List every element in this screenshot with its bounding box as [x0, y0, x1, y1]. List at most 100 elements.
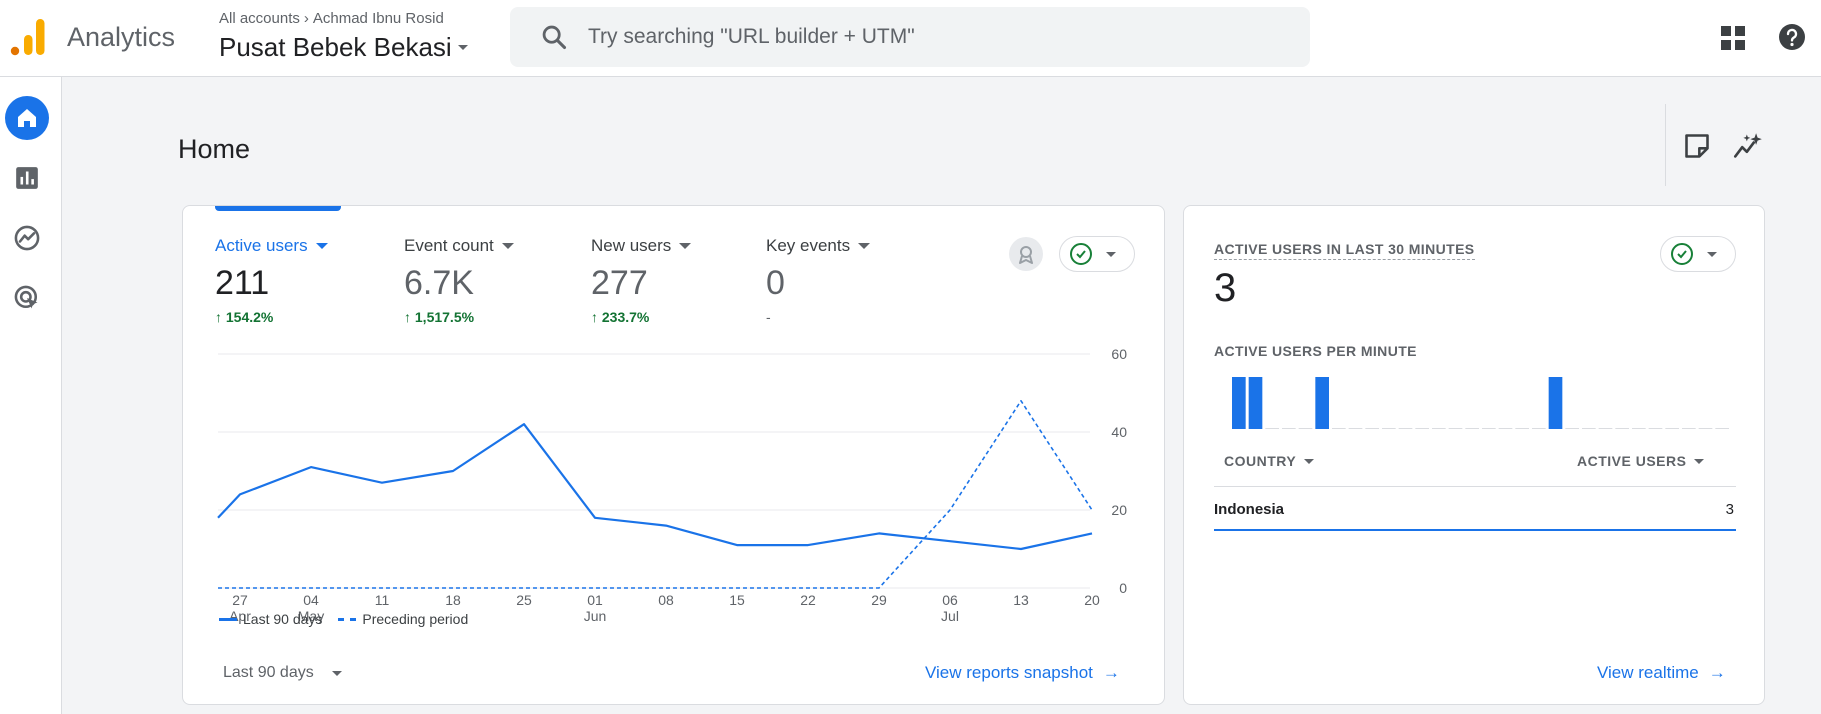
per-minute-chart [1232, 377, 1729, 429]
chart-legend: Last 90 days Preceding period [219, 611, 476, 627]
realtime-value: 3 [1214, 266, 1237, 310]
advertising-icon [14, 285, 38, 309]
nav-explore[interactable] [5, 216, 49, 260]
date-range-label: Last 90 days [223, 664, 314, 681]
x-tick-label: 15 [729, 592, 745, 608]
search-input[interactable]: Try searching "URL builder + UTM" [588, 25, 915, 49]
metric-value: 6.7K [404, 264, 474, 302]
x-tick-label: 18 [445, 592, 461, 608]
x-tick-label: 22 [800, 592, 816, 608]
legend-previous: Preceding period [362, 611, 469, 627]
check-circle-icon [1671, 243, 1693, 265]
x-tick-label: 01 [587, 592, 603, 608]
data-status-menu[interactable] [1059, 236, 1135, 272]
x-tick-label: 20 [1084, 592, 1100, 608]
realtime-title[interactable]: ACTIVE USERS IN LAST 30 MINUTES [1214, 241, 1475, 260]
insights-icon[interactable] [1733, 132, 1763, 160]
nav-advertising[interactable] [5, 276, 49, 320]
view-reports-snapshot-link[interactable]: View reports snapshot → [925, 663, 1120, 683]
caret-down-icon[interactable] [858, 243, 871, 249]
y-tick-label: 0 [1119, 580, 1127, 596]
nav-home[interactable] [5, 96, 49, 140]
minute-bar-empty [1582, 428, 1596, 429]
x-tick-label: 11 [375, 592, 390, 608]
metric-label: Key events [766, 236, 851, 255]
view-realtime-link[interactable]: View realtime → [1597, 663, 1726, 683]
breadcrumb-account[interactable]: Achmad Ibnu Rosid [313, 10, 444, 27]
award-icon [1019, 246, 1033, 264]
caret-down-icon[interactable] [679, 243, 692, 249]
col-active-users[interactable]: ACTIVE USERS [1577, 453, 1705, 469]
minute-bar-empty [1348, 428, 1363, 429]
series-line-dashed [218, 400, 1093, 589]
caret-down-icon [457, 45, 468, 50]
realtime-status-menu[interactable] [1660, 236, 1736, 272]
minute-bar-empty [1332, 428, 1346, 429]
col-country[interactable]: COUNTRY [1224, 453, 1315, 469]
x-tick-month: Jul [941, 608, 959, 624]
property-selector[interactable]: Pusat Bebek Bekasi [219, 32, 468, 63]
caret-down-icon[interactable] [501, 243, 514, 249]
minute-bar-empty [1298, 428, 1313, 429]
minute-bar-empty [1282, 428, 1296, 429]
metric-label: Event count [404, 236, 494, 255]
row-users: 3 [1725, 500, 1734, 518]
page-title: Home [178, 134, 251, 164]
caret-down-icon [1694, 458, 1705, 464]
active-users-chart: 604020027Apr04May11 18 25 01Jun08 15 22 29 06Ju… [217, 346, 1127, 624]
minute-bar-empty [1448, 428, 1463, 429]
analytics-logo[interactable] [10, 18, 46, 56]
reports-icon [16, 167, 38, 189]
legend-swatch-dashed [338, 617, 357, 621]
breadcrumb-root[interactable]: All accounts [219, 10, 300, 27]
minute-bar-empty [1648, 428, 1663, 429]
minute-bar-empty [1632, 428, 1646, 429]
date-range-selector[interactable]: Last 90 days [223, 664, 342, 682]
x-tick-label: 04 [303, 592, 319, 608]
metric-label: New users [591, 236, 672, 255]
x-tick-label: 08 [658, 592, 674, 608]
metric-value: 0 [766, 264, 785, 302]
minute-bar-empty [1565, 428, 1579, 429]
x-tick-label: 27 [232, 592, 248, 608]
minute-bar [1248, 377, 1263, 429]
metric-value: 277 [591, 264, 648, 302]
y-tick-label: 40 [1111, 424, 1127, 440]
minute-bar [1315, 377, 1329, 429]
minute-bar-empty [1698, 428, 1713, 429]
apps-grid-icon[interactable] [1720, 25, 1746, 51]
explore-icon [14, 225, 40, 251]
note-icon[interactable] [1683, 132, 1711, 160]
minute-bar-empty [1515, 428, 1529, 429]
series-line-solid [217, 423, 1093, 551]
minute-bar [1548, 377, 1563, 429]
nav-reports[interactable] [5, 156, 49, 200]
left-nav-rail [0, 77, 62, 714]
minute-bar-empty [1415, 428, 1429, 429]
minute-bar-empty [1598, 428, 1613, 429]
x-tick-label: 25 [516, 592, 532, 608]
link-label: View reports snapshot [925, 663, 1093, 682]
help-icon[interactable] [1778, 23, 1806, 51]
col-country-label: COUNTRY [1224, 453, 1297, 469]
minute-bar-empty [1715, 428, 1729, 429]
x-tick-label: 06 [942, 592, 958, 608]
x-tick-label: 29 [871, 592, 887, 608]
minute-bar-empty [1532, 428, 1546, 429]
table-row[interactable]: Indonesia 3 [1214, 489, 1736, 531]
minute-bar-empty [1265, 428, 1279, 429]
header-divider [1665, 104, 1666, 186]
search-bar[interactable]: Try searching "URL builder + UTM" [510, 7, 1310, 67]
x-tick-label: 13 [1013, 592, 1029, 608]
minute-bar-empty [1665, 428, 1679, 429]
y-tick-label: 20 [1111, 502, 1127, 518]
breadcrumb[interactable]: All accounts › Achmad Ibnu Rosid [219, 10, 444, 27]
chevron-right-icon: › [303, 10, 309, 27]
compare-badge-icon[interactable] [1009, 237, 1043, 271]
caret-down-icon [331, 670, 342, 676]
top-bar: Analytics All accounts › Achmad Ibnu Ros… [0, 0, 1821, 77]
home-icon [18, 109, 36, 127]
legend-current: Last 90 days [243, 611, 323, 627]
caret-down-icon[interactable] [315, 243, 328, 249]
realtime-card: ACTIVE USERS IN LAST 30 MINUTES 3 ACTIVE… [1183, 205, 1765, 705]
